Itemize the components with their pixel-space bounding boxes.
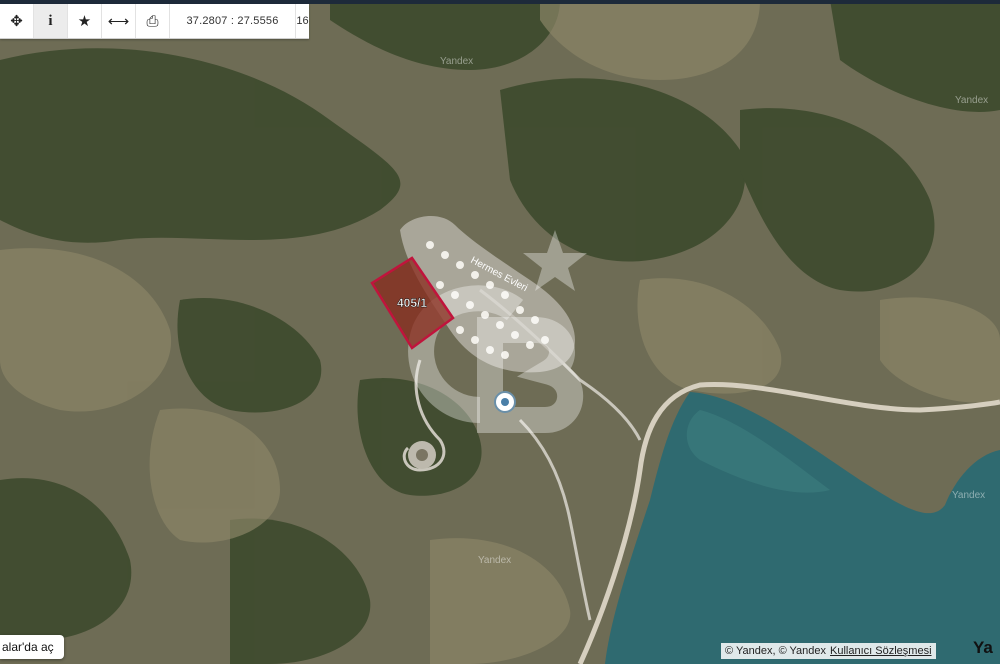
open-in-maps-button[interactable]: alar'da aç [0, 635, 64, 659]
star-icon[interactable]: ★ [68, 4, 102, 38]
yandex-logo[interactable]: Ya [973, 638, 993, 658]
map-attribution: © Yandex, © Yandex Kullanıcı Sözleşmesi [721, 643, 936, 659]
print-icon[interactable]: ⎙ [136, 4, 170, 38]
coordinates-readout: 37.2807 : 27.5556 [170, 4, 296, 38]
map-watermark: Yandex [440, 56, 473, 67]
map-watermark: Yandex [952, 490, 985, 501]
parcel-label: 405/1 [397, 296, 427, 310]
map-watermark: Yandex [955, 95, 988, 106]
attribution-text: © Yandex, © Yandex [725, 645, 827, 657]
map-toolbar: ✥ i ★ ⟷ ⎙ 37.2807 : 27.5556 16 [0, 4, 309, 39]
satellite-map[interactable]: 405/1 Hermes Evleri Yandex Yandex Yandex… [0, 0, 1000, 664]
info-icon[interactable]: i [34, 4, 68, 38]
measure-icon[interactable]: ⟷ [102, 4, 136, 38]
move-icon[interactable]: ✥ [0, 4, 34, 38]
zoom-level: 16 [296, 15, 309, 27]
terms-link[interactable]: Kullanıcı Sözleşmesi [830, 645, 932, 657]
map-watermark: Yandex [478, 555, 511, 566]
